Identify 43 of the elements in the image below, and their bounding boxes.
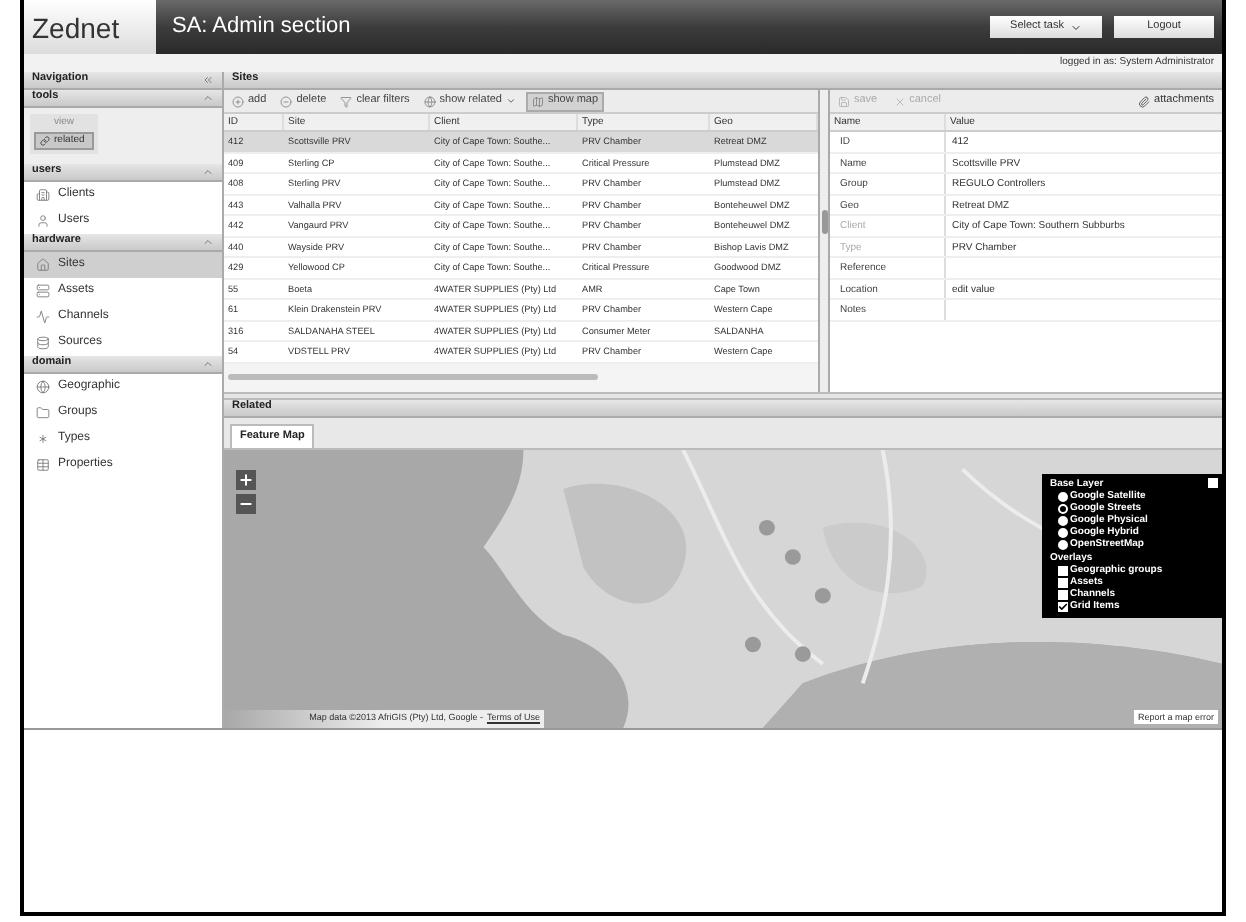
plus-icon — [238, 472, 254, 488]
check-icon — [1058, 602, 1068, 612]
close-icon — [893, 95, 906, 107]
asterisk-icon — [36, 432, 50, 446]
folder-icon — [36, 406, 50, 420]
building-icon — [36, 188, 50, 202]
logo-text: Zednet — [32, 13, 120, 41]
user-icon — [36, 214, 50, 228]
collapse-icon[interactable] — [202, 166, 214, 178]
save-icon — [838, 95, 850, 107]
server-icon — [36, 284, 50, 298]
zoom-in-button[interactable] — [236, 470, 256, 490]
zoom-out-button[interactable] — [236, 494, 256, 514]
globe-icon — [36, 380, 50, 394]
radio[interactable] — [1058, 540, 1068, 550]
checkbox[interactable] — [1058, 602, 1068, 612]
house-icon — [36, 258, 50, 272]
checkbox[interactable] — [1058, 566, 1068, 576]
radio[interactable] — [1058, 492, 1068, 502]
table-icon — [36, 458, 50, 472]
radio[interactable] — [1058, 528, 1068, 538]
minus-icon — [280, 95, 293, 107]
collapse-icon[interactable] — [202, 358, 214, 370]
checkbox[interactable] — [1058, 590, 1068, 600]
pulse-icon — [36, 310, 50, 324]
collapse-icon[interactable] — [202, 74, 214, 86]
paperclip-icon — [1138, 95, 1151, 107]
caret-icon — [1069, 21, 1082, 33]
database-icon — [36, 336, 50, 350]
filter-icon — [340, 95, 353, 107]
collapse-icon[interactable] — [202, 236, 214, 248]
add-icon — [232, 95, 244, 107]
link-icon — [40, 136, 50, 146]
checkbox[interactable] — [1058, 578, 1068, 588]
map-icon — [531, 95, 544, 107]
globe-icon — [423, 95, 436, 107]
scrollbar[interactable] — [228, 374, 598, 381]
caret-icon — [505, 96, 516, 106]
page-title: SA: Admin section — [172, 12, 353, 43]
radio[interactable] — [1058, 516, 1068, 526]
collapse-icon[interactable] — [202, 92, 214, 104]
scrollbar[interactable] — [821, 210, 827, 234]
radio[interactable] — [1058, 504, 1068, 514]
